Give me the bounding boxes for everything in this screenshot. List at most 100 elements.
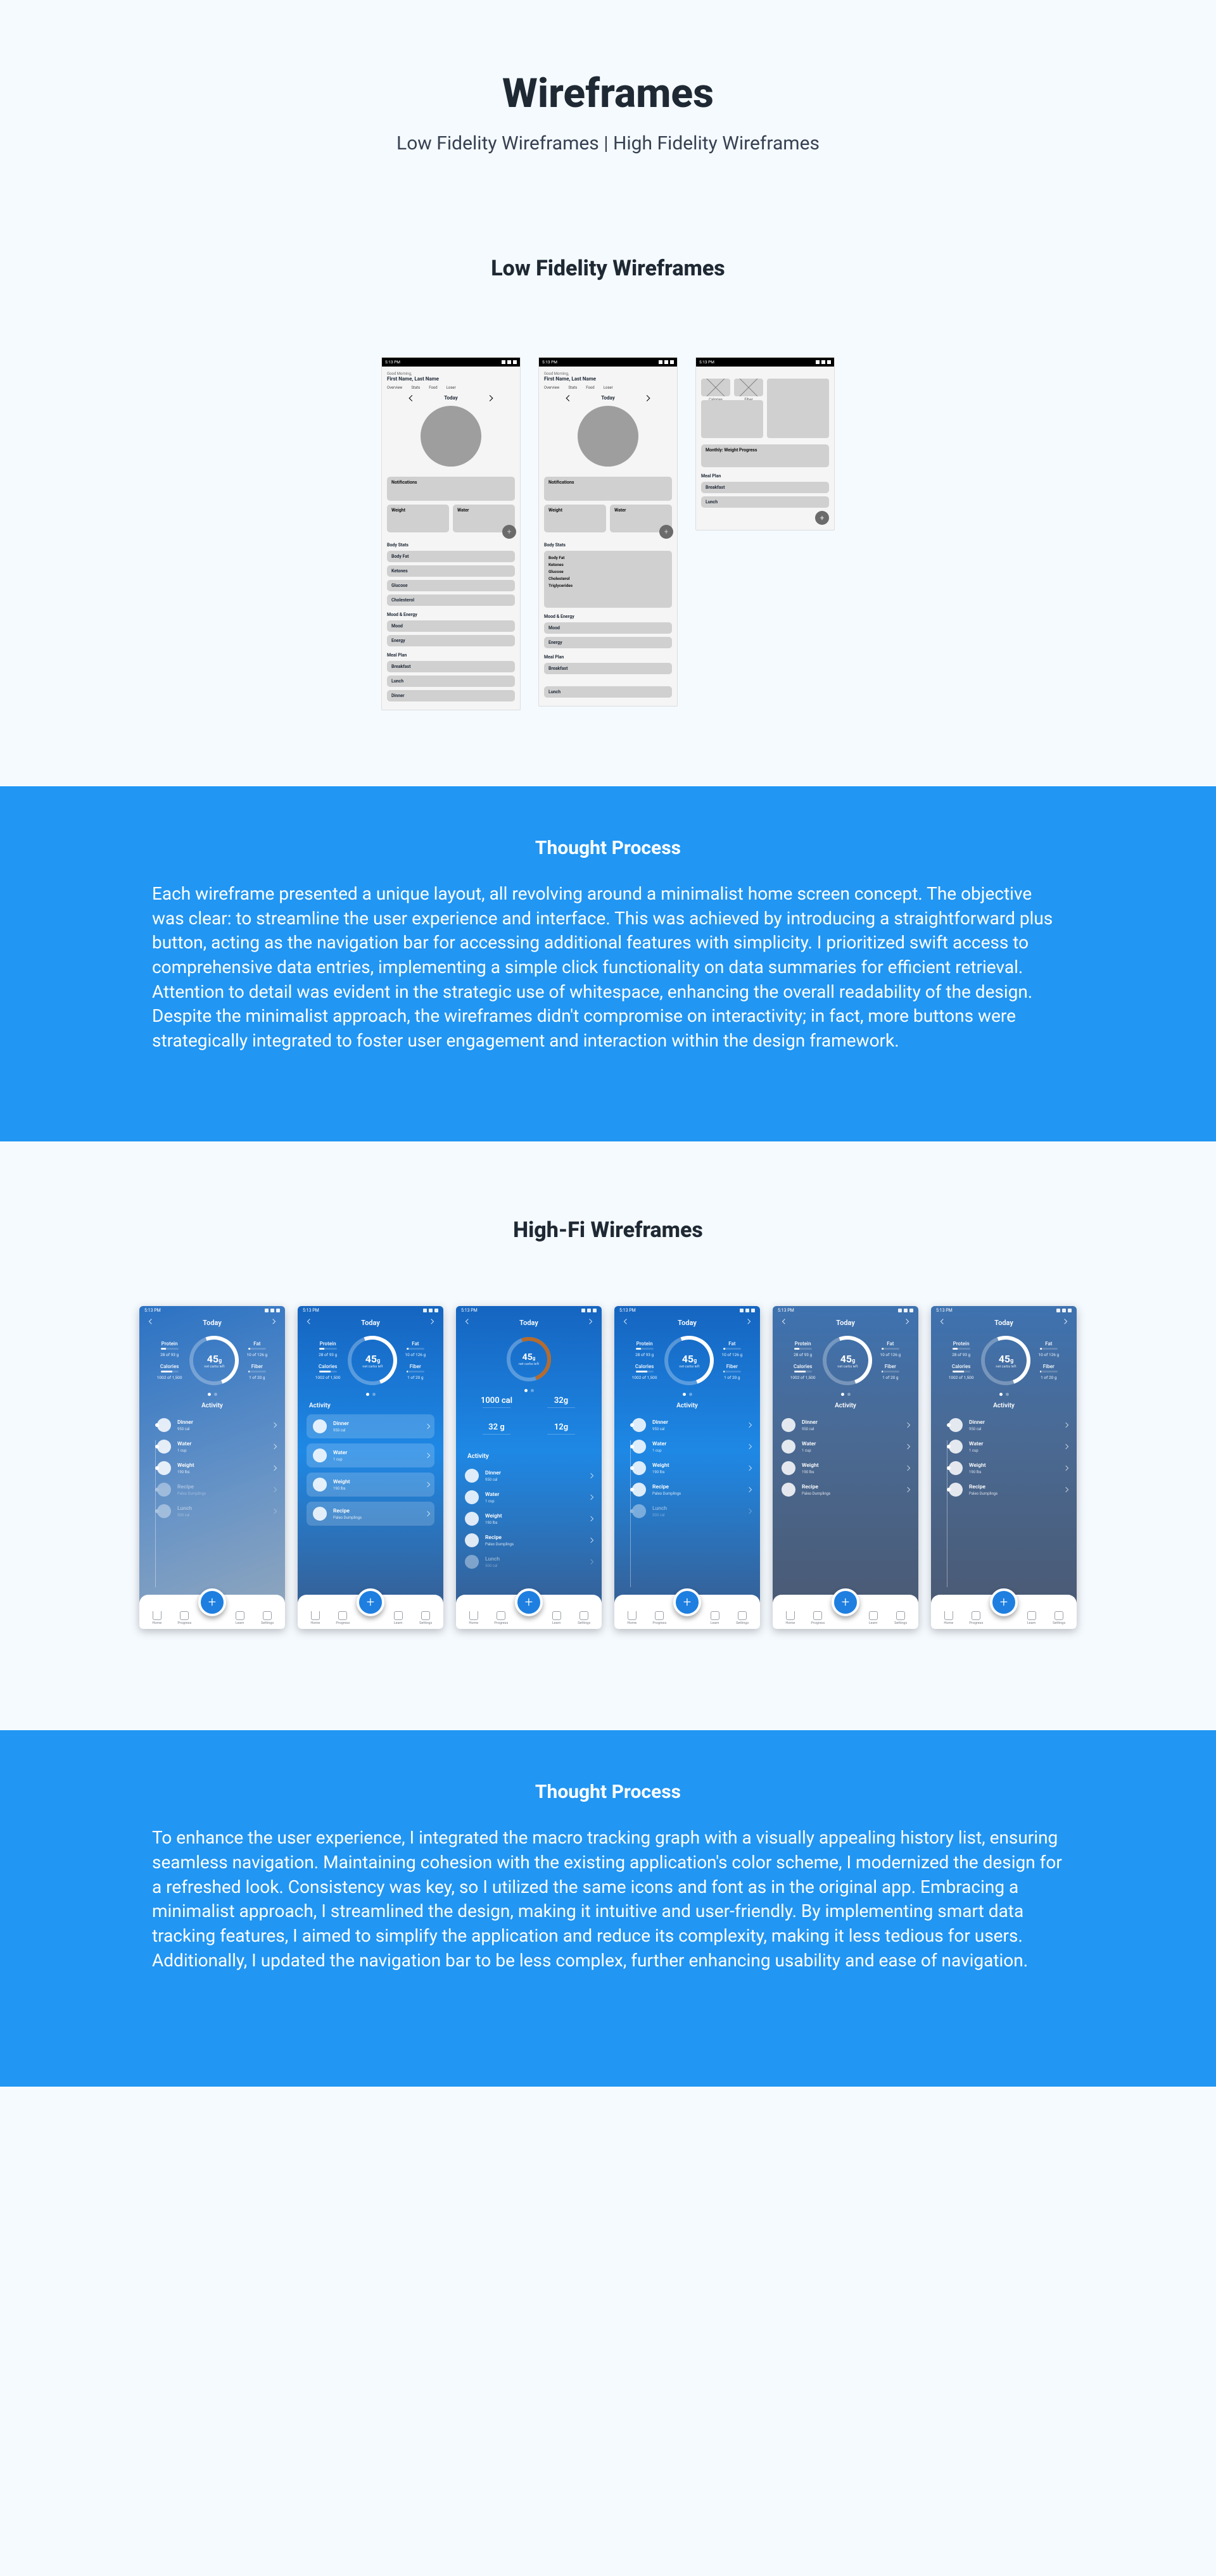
chevron-left-icon[interactable] — [466, 1319, 471, 1324]
nav-progress[interactable]: Progress — [488, 1611, 516, 1625]
add-fab[interactable]: + — [502, 525, 516, 539]
activity-weight[interactable]: Weight190 lbs — [465, 1508, 593, 1530]
nav-settings[interactable]: Settings — [728, 1611, 756, 1625]
tab-food[interactable]: Food — [429, 386, 437, 390]
add-fab[interactable]: + — [659, 525, 673, 539]
lofi-tabs[interactable]: Overview Stats Food Loser — [544, 386, 672, 390]
nav-settings[interactable]: Settings — [412, 1611, 440, 1625]
add-fab[interactable]: + — [515, 1588, 543, 1616]
today-header[interactable]: Today — [931, 1315, 1077, 1328]
today-header[interactable]: Today — [614, 1315, 760, 1328]
tab-loser[interactable]: Loser — [446, 386, 456, 390]
activity-dinner[interactable]: Dinner950 cal — [157, 1414, 276, 1436]
activity-water[interactable]: Water1 cup — [307, 1443, 434, 1467]
activity-recipe[interactable]: RecipePaleo Dumplings — [782, 1479, 909, 1500]
add-fab[interactable]: + — [832, 1588, 859, 1616]
nav-home[interactable]: Home — [935, 1611, 963, 1625]
activity-water[interactable]: Water1 cup — [632, 1436, 751, 1457]
breakfast-row[interactable]: Breakfast — [544, 663, 672, 674]
add-fab[interactable]: + — [990, 1588, 1018, 1616]
nav-home[interactable]: Home — [776, 1611, 804, 1625]
page-dots[interactable] — [139, 1393, 285, 1396]
tab-stats[interactable]: Stats — [568, 386, 577, 390]
activity-recipe[interactable]: RecipePaleo Dumplings — [465, 1530, 593, 1551]
activity-water[interactable]: Water1 cup — [157, 1436, 276, 1457]
chevron-left-icon[interactable] — [149, 1319, 154, 1324]
activity-weight[interactable]: Weight190 lbs — [157, 1457, 276, 1479]
nav-progress[interactable]: Progress — [329, 1611, 357, 1625]
notifications-card[interactable]: Notifications — [387, 477, 515, 501]
nav-learn[interactable]: Learn — [384, 1611, 412, 1625]
activity-water[interactable]: Water1 cup — [949, 1436, 1068, 1457]
activity-water[interactable]: Water1 cup — [465, 1486, 593, 1508]
energy-row[interactable]: Energy — [387, 635, 515, 646]
weight-card[interactable]: Weight — [544, 505, 606, 532]
add-fab[interactable]: + — [815, 511, 829, 525]
nav-learn[interactable]: Learn — [701, 1611, 729, 1625]
cholesterol-row[interactable]: Cholesterol — [387, 594, 515, 606]
today-header[interactable]: Today — [139, 1315, 285, 1328]
mood-row[interactable]: Mood — [387, 620, 515, 632]
nav-home[interactable]: Home — [618, 1611, 646, 1625]
lunch-row[interactable]: Lunch — [701, 496, 829, 508]
activity-dinner[interactable]: Dinner950 cal — [632, 1414, 751, 1436]
activity-lunch[interactable]: Lunch500 cal — [632, 1500, 751, 1522]
add-fab[interactable]: + — [673, 1588, 701, 1616]
monthly-weight-card[interactable]: Monthly: Weight Progress — [701, 444, 829, 467]
nav-home[interactable]: Home — [460, 1611, 488, 1625]
page-dots[interactable] — [931, 1393, 1077, 1396]
nav-progress[interactable]: Progress — [171, 1611, 199, 1625]
nav-learn[interactable]: Learn — [859, 1611, 887, 1625]
activity-lunch[interactable]: Lunch500 cal — [157, 1500, 276, 1522]
nav-settings[interactable]: Settings — [887, 1611, 915, 1625]
tab-overview[interactable]: Overview — [387, 386, 402, 390]
breakfast-row[interactable]: Breakfast — [701, 482, 829, 493]
activity-dinner[interactable]: Dinner950 cal — [307, 1414, 434, 1438]
today-header[interactable]: Today — [298, 1315, 443, 1328]
today-label[interactable]: Today — [544, 395, 672, 401]
nav-settings[interactable]: Settings — [570, 1611, 598, 1625]
activity-weight[interactable]: Weight190 lbs — [949, 1457, 1068, 1479]
tab-loser[interactable]: Loser — [604, 386, 613, 390]
activity-recipe[interactable]: RecipePaleo Dumplings — [307, 1502, 434, 1526]
nav-progress[interactable]: Progress — [646, 1611, 674, 1625]
nav-learn[interactable]: Learn — [1018, 1611, 1046, 1625]
nav-learn[interactable]: Learn — [543, 1611, 571, 1625]
nav-home[interactable]: Home — [143, 1611, 171, 1625]
add-fab[interactable]: + — [198, 1588, 226, 1616]
lofi-tabs[interactable]: Overview Stats Food Loser — [387, 386, 515, 390]
notifications-card[interactable]: Notifications — [544, 477, 672, 501]
page-dots[interactable] — [456, 1389, 602, 1392]
tab-food[interactable]: Food — [586, 386, 594, 390]
body-fat-row[interactable]: Body Fat — [387, 551, 515, 562]
activity-weight[interactable]: Weight190 lbs — [782, 1457, 909, 1479]
ketones-row[interactable]: Ketones — [387, 565, 515, 577]
chevron-right-icon[interactable] — [270, 1319, 276, 1324]
chevron-right-icon[interactable] — [587, 1319, 592, 1324]
activity-recipe[interactable]: RecipePaleo Dumplings — [632, 1479, 751, 1500]
nav-progress[interactable]: Progress — [804, 1611, 832, 1625]
tab-overview[interactable]: Overview — [544, 386, 559, 390]
nav-learn[interactable]: Learn — [226, 1611, 254, 1625]
nav-home[interactable]: Home — [301, 1611, 329, 1625]
lunch-row[interactable]: Lunch — [544, 686, 672, 698]
today-header[interactable]: Today — [773, 1315, 918, 1328]
activity-dinner[interactable]: Dinner950 cal — [949, 1414, 1068, 1436]
activity-recipe[interactable]: RecipePaleo Dumplings — [949, 1479, 1068, 1500]
activity-recipe[interactable]: RecipePaleo Dumplings — [157, 1479, 276, 1500]
today-label[interactable]: Today — [387, 395, 515, 401]
glucose-row[interactable]: Glucose — [387, 580, 515, 591]
nav-settings[interactable]: Settings — [1045, 1611, 1073, 1625]
activity-dinner[interactable]: Dinner950 cal — [465, 1465, 593, 1486]
page-dots[interactable] — [773, 1393, 918, 1396]
activity-weight[interactable]: Weight190 lbs — [632, 1457, 751, 1479]
add-fab[interactable]: + — [357, 1588, 384, 1616]
body-stats-combined[interactable]: Body Fat Ketones Glucose Cholesterol Tri… — [544, 551, 672, 608]
dinner-row[interactable]: Dinner — [387, 690, 515, 701]
mood-row[interactable]: Mood — [544, 622, 672, 634]
tab-stats[interactable]: Stats — [411, 386, 420, 390]
activity-dinner[interactable]: Dinner950 cal — [782, 1414, 909, 1436]
lunch-row[interactable]: Lunch — [387, 675, 515, 687]
activity-water[interactable]: Water1 cup — [782, 1436, 909, 1457]
today-header[interactable]: Today — [456, 1315, 602, 1328]
